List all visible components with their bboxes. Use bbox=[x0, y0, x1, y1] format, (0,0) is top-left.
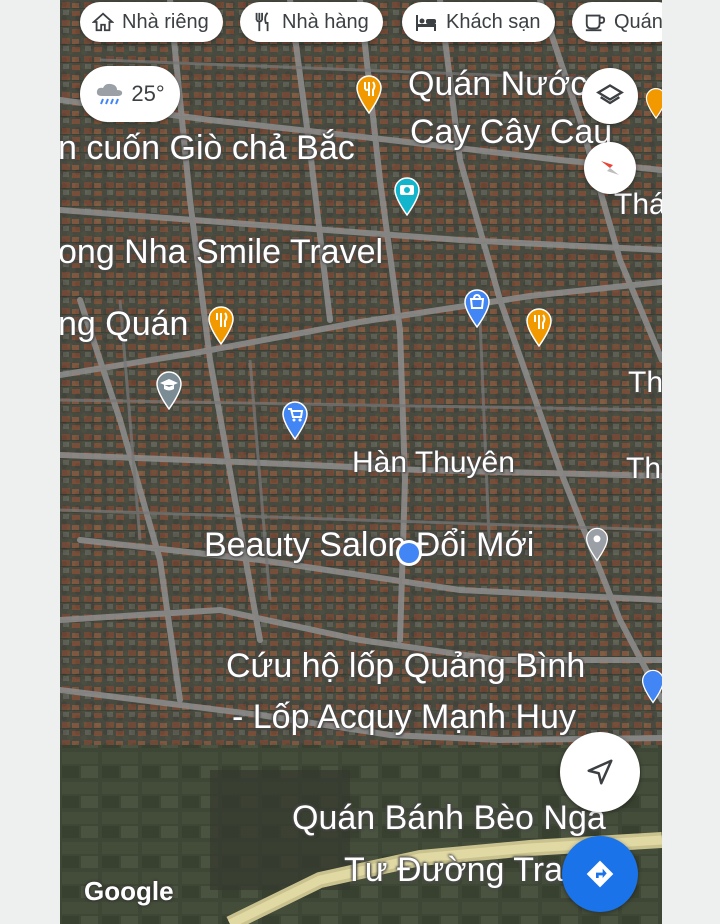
navigation-arrow-icon bbox=[587, 759, 613, 785]
attraction-pin-icon[interactable] bbox=[392, 176, 422, 216]
weather-badge[interactable]: 25° bbox=[80, 66, 180, 122]
my-location-button[interactable] bbox=[560, 732, 640, 812]
restaurant-pin-icon[interactable] bbox=[524, 307, 554, 347]
chip-home-label: Nhà riêng bbox=[122, 10, 209, 33]
chip-restaurant-label: Nhà hàng bbox=[282, 10, 369, 33]
directions-button[interactable] bbox=[562, 836, 638, 912]
place-label-phong-nha[interactable]: ong Nha Smile Travel bbox=[60, 232, 383, 272]
place-label-cuon-gio-cha[interactable]: n cuốn Giò chả Bắc bbox=[60, 128, 355, 168]
street-label-han-thuyen: Hàn Thuyên bbox=[352, 446, 515, 479]
place-label-tu-duong[interactable]: Tư Đường Tra bbox=[344, 850, 563, 890]
left-margin bbox=[0, 0, 60, 924]
shop-pin-icon[interactable] bbox=[462, 288, 492, 328]
satellite-map[interactable]: Nhà riêng Nhà hàng Khách sạn Quán 25° Qu… bbox=[60, 0, 662, 924]
google-logo: Google bbox=[84, 876, 174, 906]
place-label-cay-cay-cau[interactable]: Cay Cây Cau bbox=[410, 112, 612, 152]
place-pin-icon[interactable] bbox=[584, 526, 610, 562]
layers-icon bbox=[596, 84, 624, 105]
place-label-th-1[interactable]: Th bbox=[628, 366, 662, 400]
hotel-icon bbox=[416, 15, 436, 31]
chip-cafe[interactable]: Quán bbox=[572, 2, 662, 42]
layers-button[interactable] bbox=[582, 68, 638, 124]
place-label-quan-nuoc[interactable]: Quán Nước bbox=[408, 64, 587, 104]
restaurant-pin-icon[interactable] bbox=[354, 74, 384, 114]
shop-pin-icon[interactable] bbox=[640, 668, 662, 704]
place-label-thac[interactable]: Thác bbox=[614, 188, 662, 222]
place-label-cuu-ho[interactable]: Cứu hộ lốp Quảng Bình bbox=[226, 646, 585, 686]
place-label-quan-left[interactable]: ng Quán bbox=[60, 304, 188, 344]
chip-restaurant[interactable]: Nhà hàng bbox=[240, 2, 383, 42]
place-label-banh-beo[interactable]: Quán Bánh Bèo Ngã bbox=[292, 798, 606, 838]
rain-cloud-icon bbox=[97, 83, 123, 105]
chip-hotel[interactable]: Khách sạn bbox=[402, 2, 555, 42]
home-icon bbox=[92, 12, 114, 32]
chip-home[interactable]: Nhà riêng bbox=[80, 2, 223, 42]
restaurant-icon bbox=[255, 12, 269, 32]
compass-button[interactable] bbox=[584, 142, 636, 194]
restaurant-pin-icon[interactable] bbox=[644, 86, 662, 120]
weather-temperature: 25° bbox=[131, 81, 165, 106]
right-margin bbox=[662, 0, 720, 924]
restaurant-pin-icon[interactable] bbox=[206, 305, 236, 345]
chip-hotel-label: Khách sạn bbox=[446, 10, 541, 33]
place-label-beauty-salon[interactable]: Beauty Salon Đổi Mới bbox=[204, 525, 534, 565]
school-pin-icon[interactable] bbox=[154, 370, 184, 410]
shopping-cart-pin-icon[interactable] bbox=[280, 400, 310, 440]
place-label-lop-acquy[interactable]: - Lốp Acquy Mạnh Huy bbox=[232, 697, 576, 737]
compass-icon bbox=[601, 161, 619, 175]
directions-icon bbox=[586, 860, 614, 888]
chip-cafe-label: Quán bbox=[614, 10, 662, 33]
current-location-dot bbox=[396, 540, 422, 566]
place-label-th-2[interactable]: Th bbox=[626, 452, 661, 486]
cafe-icon bbox=[585, 14, 606, 32]
